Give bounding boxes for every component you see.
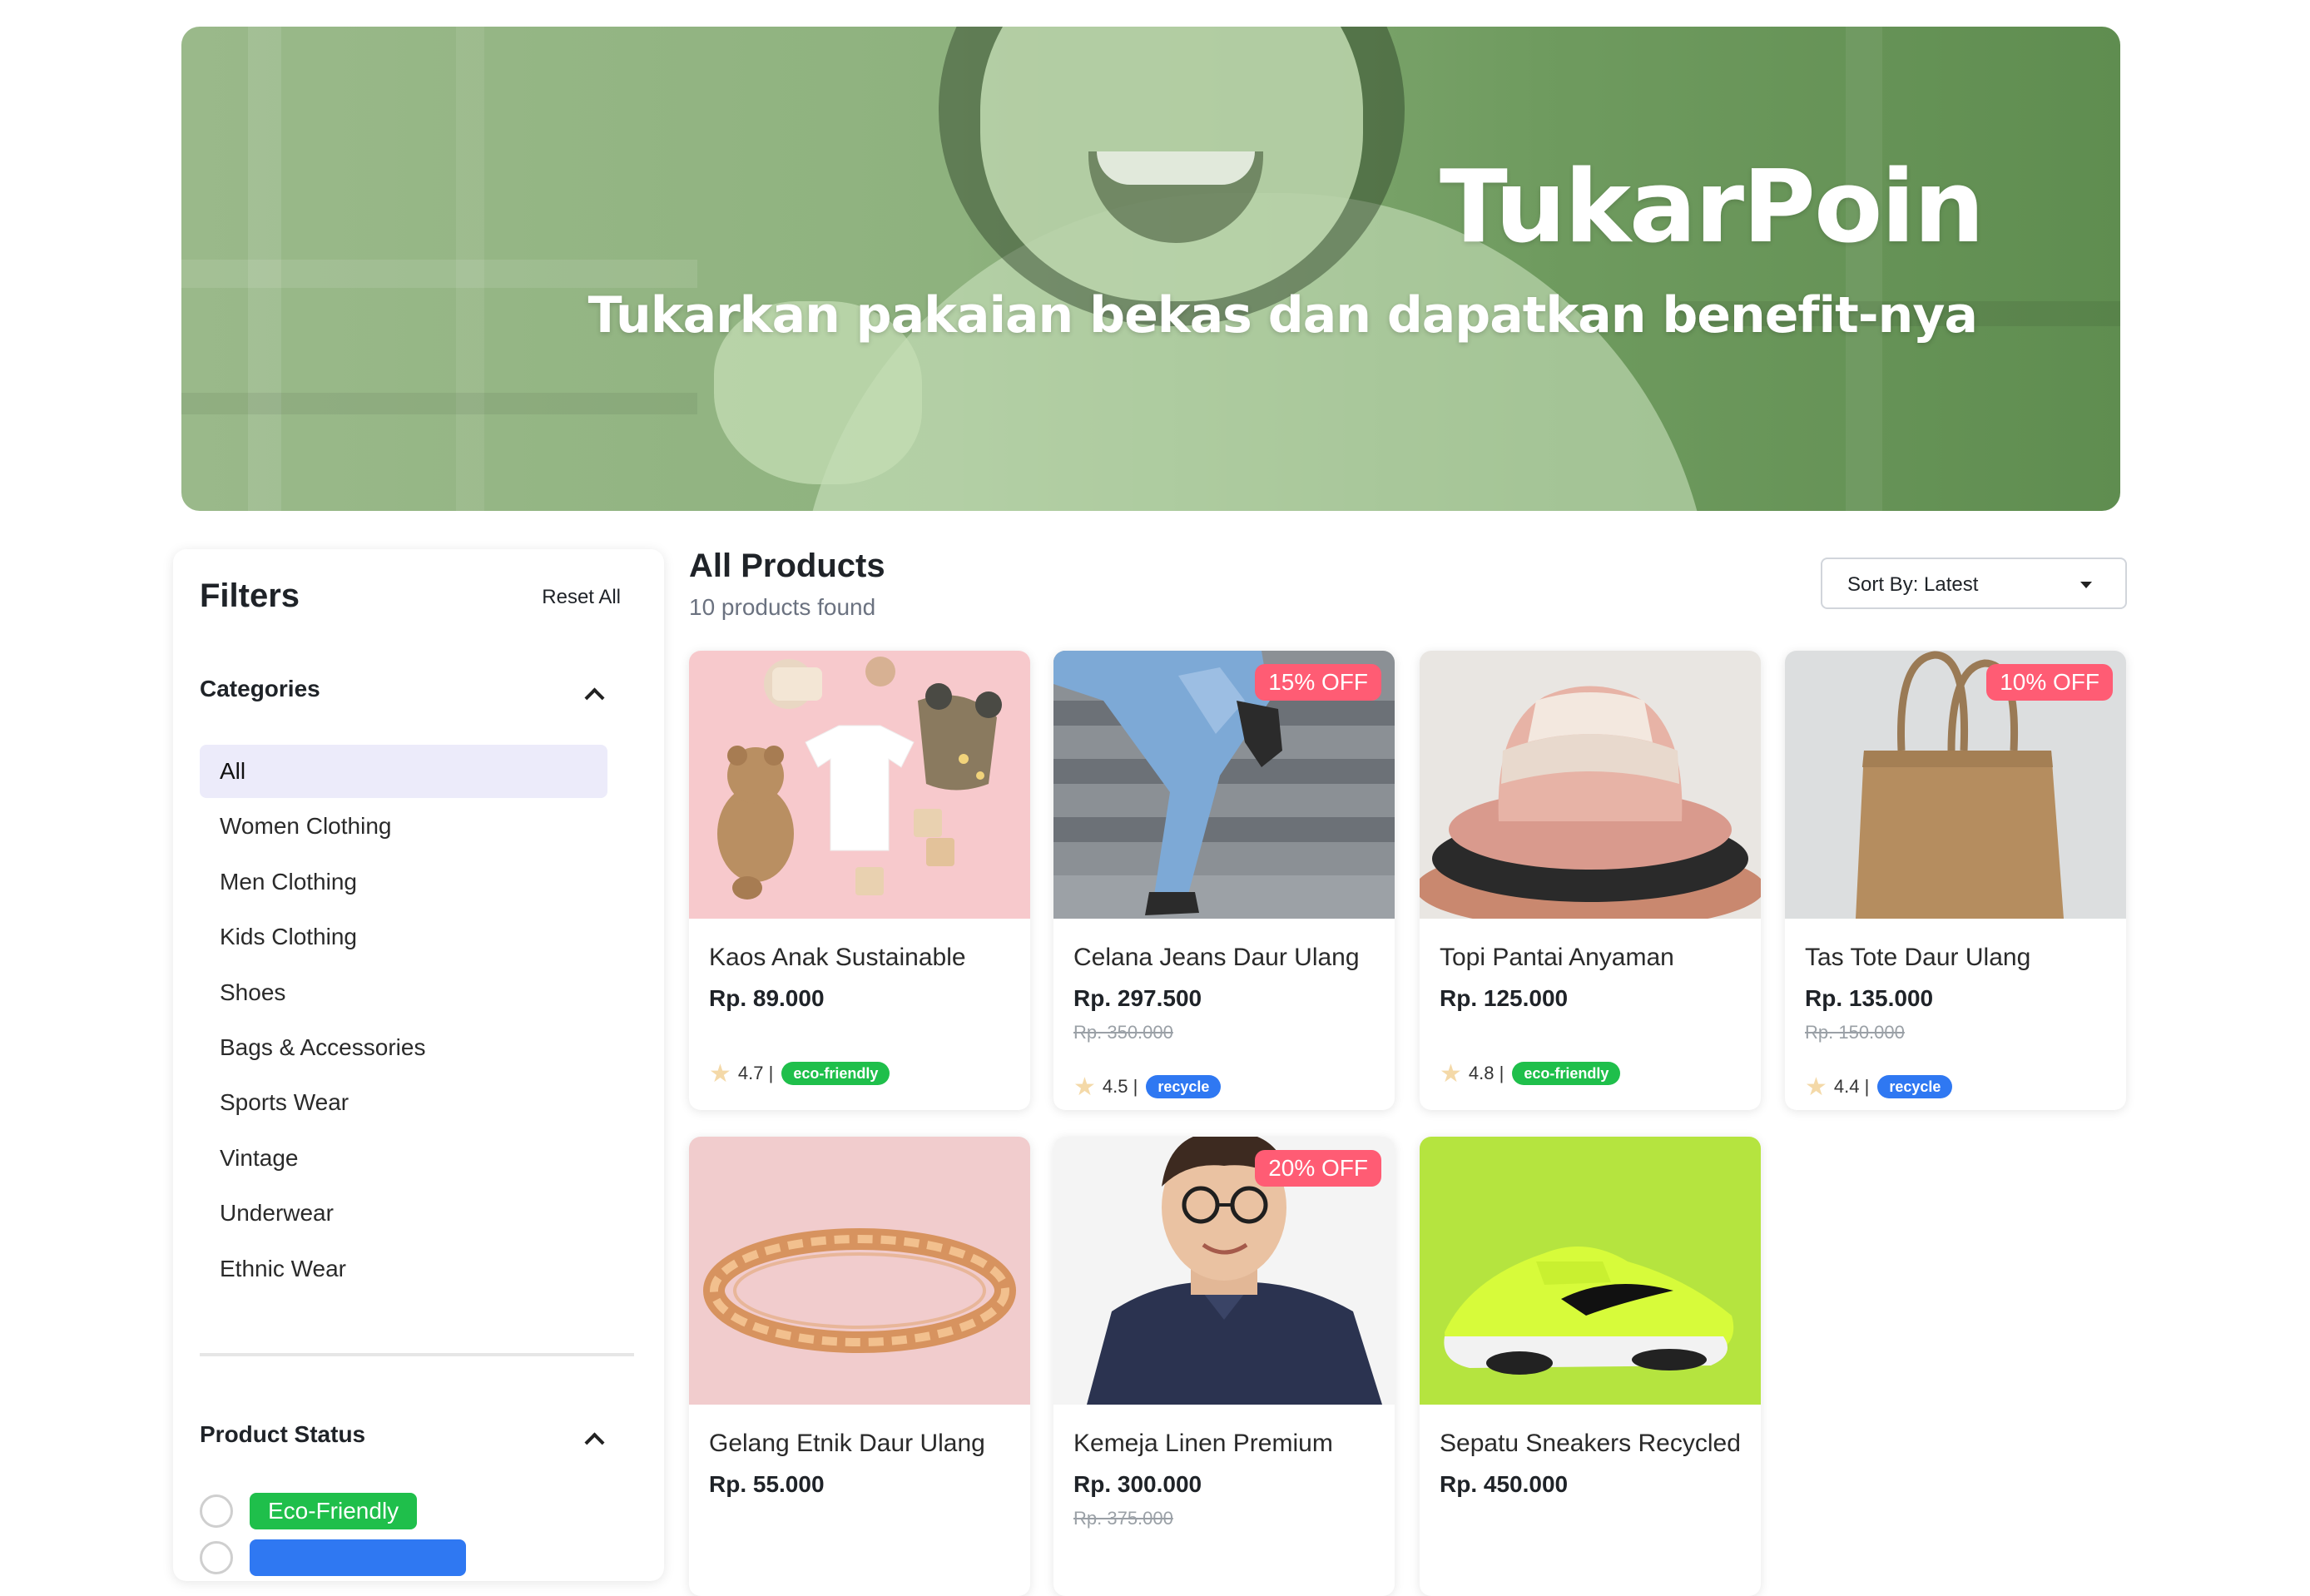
product-price: Rp. 450.000 <box>1440 1471 1569 1497</box>
caret-down-icon <box>2080 582 2092 588</box>
product-card[interactable]: Sepatu Sneakers Recycled Rp. 450.000 <box>1420 1137 1761 1596</box>
product-old-price: Rp. 150.000 <box>1805 1022 1905 1043</box>
sort-label: Sort By: Latest <box>1847 573 1979 596</box>
category-item[interactable]: Bags & Accessories <box>200 1021 607 1074</box>
product-price: Rp. 55.000 <box>709 1471 825 1497</box>
product-price: Rp. 135.000 <box>1805 985 1934 1011</box>
category-list: All Women Clothing Men Clothing Kids Clo… <box>200 745 607 1297</box>
filters-title: Filters <box>200 577 300 614</box>
rating-value: 4.7 | <box>737 1063 774 1083</box>
product-name: Tas Tote Daur Ulang <box>1805 944 2031 971</box>
status-option-eco[interactable]: Eco-Friendly <box>200 1493 418 1529</box>
hero-title: TukarPoin <box>1439 150 1985 265</box>
eco-friendly-tag: eco-friendly <box>781 1062 890 1085</box>
category-item[interactable]: Ethnic Wear <box>200 1242 607 1296</box>
product-price: Rp. 125.000 <box>1440 985 1569 1011</box>
product-old-price: Rp. 375.000 <box>1073 1508 1173 1529</box>
section-divider <box>200 1353 634 1356</box>
eco-friendly-tag: eco-friendly <box>1512 1062 1621 1085</box>
product-card[interactable]: Topi Pantai Anyaman Rp. 125.000 ★ 4.8 | … <box>1420 651 1761 1110</box>
product-old-price: Rp. 350.000 <box>1073 1022 1173 1043</box>
categories-heading: Categories <box>200 676 320 701</box>
product-card[interactable]: 15% OFF Celana Jeans Daur Ulang Rp. 297.… <box>1053 651 1395 1110</box>
product-status-heading: Product Status <box>200 1421 366 1447</box>
discount-badge: 15% OFF <box>1255 664 1381 701</box>
product-count: 10 products found <box>689 594 876 620</box>
product-card[interactable]: 20% OFF Kemeja Linen Premium Rp. 300.000… <box>1053 1137 1395 1596</box>
star-icon: ★ <box>709 1059 731 1088</box>
chevron-up-icon[interactable] <box>581 1425 606 1450</box>
category-item[interactable]: Shoes <box>200 966 607 1019</box>
product-name: Topi Pantai Anyaman <box>1440 944 1674 971</box>
product-card[interactable]: 10% OFF Tas Tote Daur Ulang Rp. 135.000 … <box>1785 651 2126 1110</box>
hero-shelf-decor <box>181 393 697 414</box>
product-card[interactable]: Kaos Anak Sustainable Rp. 89.000 ★ 4.7 |… <box>689 651 1030 1110</box>
product-image-sneakers <box>1420 1137 1761 1405</box>
product-image-hat <box>1420 651 1761 919</box>
chevron-up-icon[interactable] <box>581 681 606 706</box>
category-item[interactable]: Sports Wear <box>200 1076 607 1129</box>
discount-badge: 10% OFF <box>1986 664 2113 701</box>
category-item[interactable]: Vintage <box>200 1132 607 1185</box>
star-icon: ★ <box>1073 1073 1096 1101</box>
product-card[interactable]: Gelang Etnik Daur Ulang Rp. 55.000 <box>689 1137 1030 1596</box>
product-price: Rp. 89.000 <box>709 985 825 1011</box>
discount-badge: 20% OFF <box>1255 1150 1381 1187</box>
product-name: Sepatu Sneakers Recycled <box>1440 1430 1741 1457</box>
hero-shelf-decor <box>181 260 697 288</box>
rating-row: ★ 4.7 | eco-friendly <box>709 1059 890 1088</box>
product-price: Rp. 300.000 <box>1073 1471 1202 1497</box>
product-image-bracelet <box>689 1137 1030 1405</box>
hero-subtitle: Tukarkan pakaian bekas dan dapatkan bene… <box>587 286 1978 344</box>
product-image-kids-tshirt <box>689 651 1030 919</box>
category-item[interactable]: Women Clothing <box>200 800 607 853</box>
status-pill[interactable] <box>250 1539 466 1576</box>
rating-value: 4.5 | <box>1102 1076 1138 1097</box>
rating-row: ★ 4.5 | recycle <box>1073 1073 1222 1101</box>
rating-row: ★ 4.8 | eco-friendly <box>1440 1059 1621 1088</box>
category-item[interactable]: Kids Clothing <box>200 910 607 964</box>
product-price: Rp. 297.500 <box>1073 985 1202 1011</box>
category-item[interactable]: Men Clothing <box>200 855 607 909</box>
rating-value: 4.4 | <box>1833 1076 1870 1097</box>
star-icon: ★ <box>1805 1073 1827 1101</box>
status-pill[interactable]: Eco-Friendly <box>250 1493 418 1529</box>
reset-all-button[interactable]: Reset All <box>542 586 621 609</box>
rating-row: ★ 4.4 | recycle <box>1805 1073 1953 1101</box>
product-name: Kaos Anak Sustainable <box>709 944 966 971</box>
status-checkbox[interactable] <box>200 1541 233 1574</box>
recycle-tag: recycle <box>1146 1075 1222 1098</box>
star-icon: ★ <box>1440 1059 1462 1088</box>
filters-sidebar: Filters Reset All Categories All Women C… <box>173 549 664 1581</box>
product-name: Gelang Etnik Daur Ulang <box>709 1430 985 1457</box>
rating-value: 4.8 | <box>1468 1063 1504 1083</box>
status-option-recycle[interactable] <box>200 1539 466 1576</box>
hero-person-teeth <box>1097 151 1255 185</box>
page-title: All Products <box>689 548 885 584</box>
sort-dropdown[interactable]: Sort By: Latest <box>1821 558 2127 609</box>
product-name: Celana Jeans Daur Ulang <box>1073 944 1360 971</box>
hero-banner: TukarPoin Tukarkan pakaian bekas dan dap… <box>181 27 2120 511</box>
product-name: Kemeja Linen Premium <box>1073 1430 1333 1457</box>
category-item[interactable]: Underwear <box>200 1187 607 1240</box>
hero-shelf-decor <box>1846 27 1882 511</box>
recycle-tag: recycle <box>1877 1075 1953 1098</box>
status-checkbox[interactable] <box>200 1494 233 1528</box>
category-item[interactable]: All <box>200 745 607 798</box>
